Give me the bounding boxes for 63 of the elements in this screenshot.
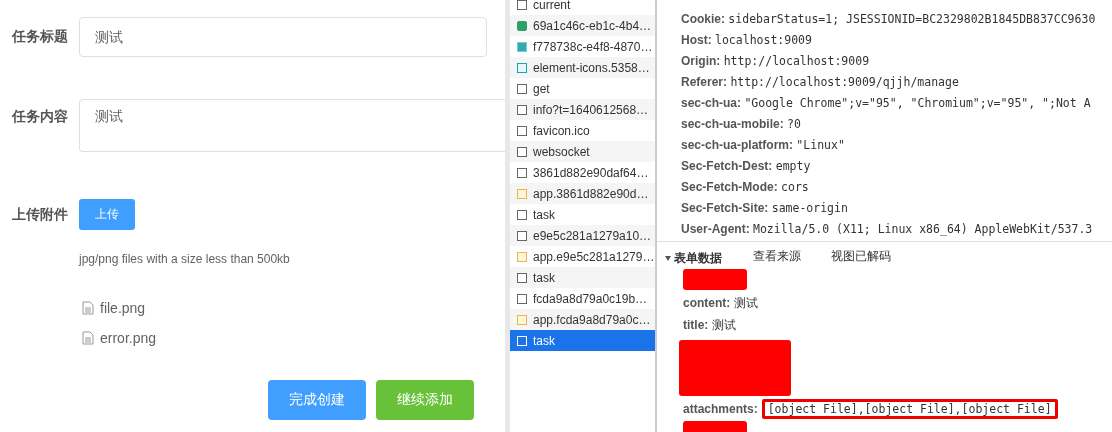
textarea-field[interactable]: 测试 <box>79 99 505 152</box>
document-icon <box>82 331 94 345</box>
script-icon <box>517 188 527 199</box>
document-icon <box>517 83 527 94</box>
header-line: sec-ch-ua: "Google Chrome";v="95", "Chromium";v="95", ";Not A <box>681 95 1092 112</box>
image-icon <box>517 20 527 31</box>
document-icon <box>82 301 94 315</box>
request-row[interactable]: 69a1c46c-eb1c-4b4… <box>510 15 655 36</box>
section-toggle[interactable]: 表单数据 <box>665 248 753 268</box>
field-name: content: <box>683 296 731 310</box>
document-icon <box>517 230 527 241</box>
header-line: sec-ch-ua-mobile: ?0 <box>681 116 802 133</box>
request-row[interactable]: 3861d882e90daf64… <box>510 162 655 183</box>
request-row[interactable]: app.e9e5c281a1279… <box>510 246 655 267</box>
header-line: Sec-Fetch-Dest: empty <box>681 158 812 175</box>
script-icon <box>517 314 527 325</box>
field-name: attachments: <box>683 402 758 416</box>
request-row[interactable]: task <box>510 267 655 288</box>
header-line: Referer: http://localhost:9009/qjjh/manage <box>681 74 960 91</box>
document-icon <box>517 104 527 115</box>
document-icon <box>517 272 527 283</box>
field-label: 任务标题 <box>12 28 69 46</box>
header-line: Sec-Fetch-Mode: cors <box>681 179 810 196</box>
document-icon <box>517 335 527 346</box>
document-icon <box>517 146 527 157</box>
upload-hint: jpg/png files with a size less than 500kb <box>79 252 291 268</box>
field-label: 任务内容 <box>12 108 69 126</box>
field-value: 测试 <box>712 316 737 334</box>
view-link[interactable]: 查看来源 <box>753 248 831 268</box>
request-row[interactable]: fcda9a8d79a0c19b… <box>510 288 655 309</box>
request-row[interactable]: task <box>510 330 655 351</box>
view-link[interactable]: 视图已解码 <box>831 248 909 268</box>
file-name[interactable]: error.png <box>100 330 157 346</box>
header-line: Origin: http://localhost:9009 <box>681 53 871 70</box>
document-icon <box>517 125 527 136</box>
text-input[interactable]: 测试 <box>79 17 487 57</box>
font-icon <box>517 62 527 73</box>
request-row[interactable]: websocket <box>510 141 655 162</box>
request-row[interactable]: current <box>510 0 655 15</box>
header-line: sec-ch-ua-platform: "Linux" <box>681 137 846 154</box>
script-icon <box>517 251 527 262</box>
request-row[interactable]: task <box>510 204 655 225</box>
request-row[interactable]: e9e5c281a1279a10… <box>510 225 655 246</box>
field-value: 测试 <box>734 294 759 312</box>
header-line: User-Agent: Mozilla/5.0 (X11; Linux x86_64) AppleWebKit/537.3 <box>681 221 1094 238</box>
header-line: Sec-Fetch-Site: same-origin <box>681 200 849 217</box>
document-icon <box>517 167 527 178</box>
request-row[interactable]: app.3861d882e90d… <box>510 183 655 204</box>
image-icon <box>517 41 527 52</box>
request-row[interactable]: info?t=1640612568… <box>510 99 655 120</box>
header-line: Host: localhost:9009 <box>681 32 813 49</box>
field-label: 上传附件 <box>12 205 69 224</box>
request-row[interactable]: app.fcda9a8d79a0c… <box>510 309 655 330</box>
field-name: title: <box>683 318 709 332</box>
document-icon <box>517 293 527 304</box>
request-row[interactable]: get <box>510 78 655 99</box>
request-row[interactable]: element-icons.5358… <box>510 57 655 78</box>
request-row[interactable]: f778738c-e4f8-4870… <box>510 36 655 57</box>
field-value: [object File],[object File],[object File] <box>761 399 1058 419</box>
header-line: Cookie: sidebarStatus=1; JSESSIONID=BC2329802B1845DB837CC9630 <box>681 11 1097 28</box>
request-row[interactable]: favicon.ico <box>510 120 655 141</box>
file-name[interactable]: file.png <box>100 300 146 316</box>
document-icon <box>517 209 527 220</box>
